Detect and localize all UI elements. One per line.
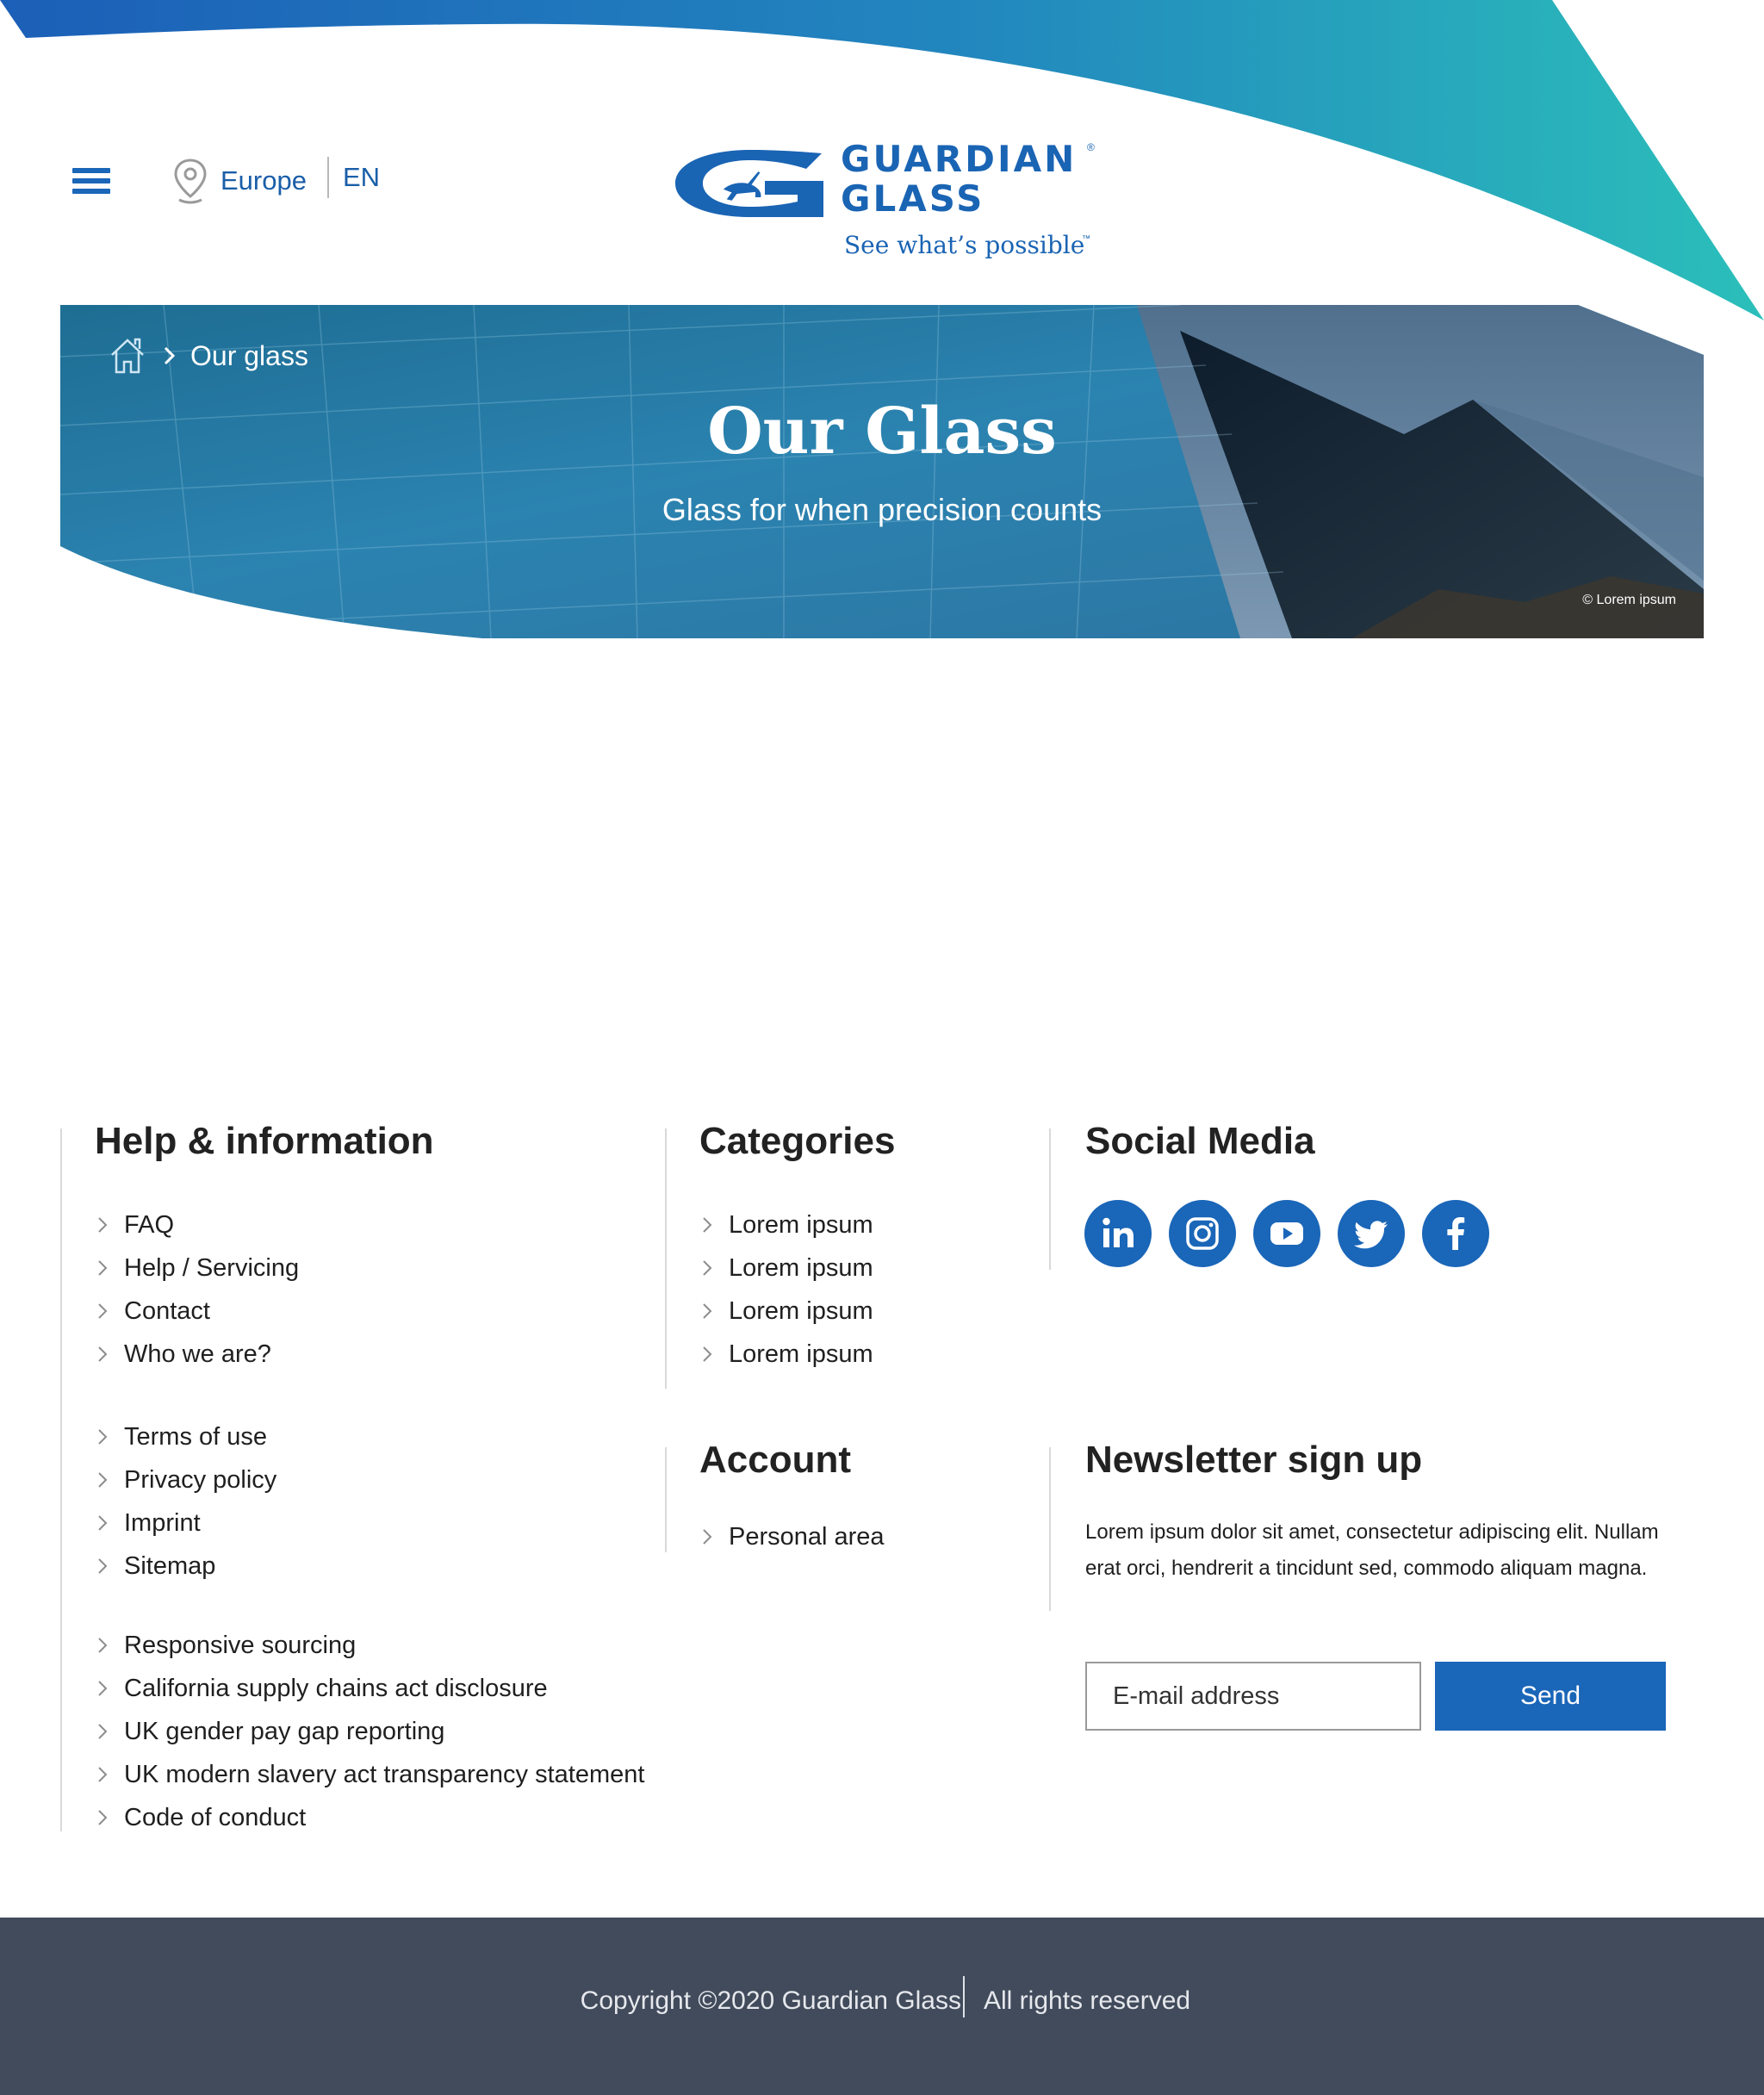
categories-links: Lorem ipsum Lorem ipsum Lorem ipsum Lore… [701,1203,873,1376]
footer-link-imprint[interactable]: Imprint [96,1501,276,1545]
page-title: Our Glass [707,395,1057,469]
newsletter-description: Lorem ipsum dolor sit amet, consectetur … [1085,1520,1659,1580]
language-divider [327,157,329,198]
guardian-g-emblem-icon [675,150,823,217]
footer-link-faq[interactable]: FAQ [96,1203,299,1246]
guardian-glass-logo[interactable]: GUARDIAN ® GLASS See what’s possible ™ [668,138,1099,267]
chevron-right-icon [703,1346,712,1362]
logo-registered-mark: ® [1087,141,1095,153]
email-field[interactable] [1085,1662,1421,1731]
logo-line1: GUARDIAN [841,138,1078,180]
help-heading: Help & information [95,1120,434,1162]
categories-heading: Categories [699,1120,896,1162]
footer-link-uk-gender-pay-gap[interactable]: UK gender pay gap reporting [96,1710,644,1753]
bottom-bar-divider [963,1976,965,2017]
chevron-right-icon [98,1558,108,1574]
column-divider [665,1128,667,1389]
category-link[interactable]: Lorem ipsum [701,1203,873,1246]
chevron-right-icon [164,346,176,365]
home-icon[interactable] [108,336,147,376]
footer-link-personal-area[interactable]: Personal area [701,1515,885,1558]
logo-tagline: See what’s possible [844,231,1085,259]
help-links-group1: FAQ Help / Servicing Contact Who we are? [96,1203,299,1376]
language-selector[interactable]: EN [343,162,380,193]
linkedin-icon[interactable] [1084,1200,1152,1267]
facebook-icon[interactable] [1422,1200,1489,1267]
page-subtitle: Glass for when precision counts [662,492,1102,527]
send-button[interactable]: Send [1435,1662,1666,1731]
category-link[interactable]: Lorem ipsum [701,1246,873,1290]
region-selector[interactable]: Europe [172,155,307,207]
chevron-right-icon [703,1303,712,1319]
help-links-group2: Terms of use Privacy policy Imprint Site… [96,1415,276,1588]
chevron-right-icon [98,1638,108,1653]
copyright-text: Copyright ©2020 Guardian Glass [580,1986,961,2015]
region-label: Europe [220,165,307,196]
rights-text: All rights reserved [984,1986,1191,2015]
chevron-right-icon [98,1260,108,1276]
breadcrumb: Our glass [108,336,308,376]
footer-link-contact[interactable]: Contact [96,1290,299,1333]
twitter-icon[interactable] [1338,1200,1405,1267]
instagram-icon[interactable] [1169,1200,1236,1267]
chevron-right-icon [98,1724,108,1739]
youtube-icon[interactable] [1253,1200,1320,1267]
footer-link-uk-modern-slavery[interactable]: UK modern slavery act transparency state… [96,1753,644,1796]
hamburger-menu-icon[interactable] [72,166,112,196]
logo-trademark: ™ [1082,234,1090,244]
newsletter-heading: Newsletter sign up [1085,1439,1423,1481]
footer-link-help-servicing[interactable]: Help / Servicing [96,1246,299,1290]
chevron-right-icon [703,1529,712,1545]
account-links: Personal area [701,1515,885,1558]
chevron-right-icon [98,1681,108,1696]
chevron-right-icon [98,1429,108,1445]
chevron-right-icon [703,1260,712,1276]
bottom-bar: Copyright ©2020 Guardian Glass All right… [0,1918,1764,2095]
column-divider [60,1128,62,1831]
account-heading: Account [699,1439,851,1481]
category-link[interactable]: Lorem ipsum [701,1333,873,1376]
chevron-right-icon [703,1217,712,1233]
footer-link-privacy[interactable]: Privacy policy [96,1458,276,1501]
chevron-right-icon [98,1472,108,1488]
footer-link-california-supply-chains[interactable]: California supply chains act disclosure [96,1667,644,1710]
location-pin-icon [174,159,207,204]
column-divider [665,1447,667,1552]
footer-link-code-of-conduct[interactable]: Code of conduct [96,1796,644,1839]
social-heading: Social Media [1085,1120,1315,1162]
chevron-right-icon [98,1303,108,1319]
column-divider [1049,1128,1051,1270]
footer-link-terms[interactable]: Terms of use [96,1415,276,1458]
chevron-right-icon [98,1515,108,1531]
footer-link-responsive-sourcing[interactable]: Responsive sourcing [96,1624,644,1667]
breadcrumb-current: Our glass [190,339,308,371]
chevron-right-icon [98,1767,108,1782]
chevron-right-icon [98,1346,108,1362]
footer-link-who-we-are[interactable]: Who we are? [96,1333,299,1376]
chevron-right-icon [98,1217,108,1233]
help-links-group3: Responsive sourcing California supply ch… [96,1624,644,1839]
photo-credit: © Lorem ipsum [1582,593,1676,607]
footer-link-sitemap[interactable]: Sitemap [96,1545,276,1588]
chevron-right-icon [98,1810,108,1825]
hero-banner: Our glass Our Glass Glass for when preci… [60,305,1704,638]
column-divider [1049,1447,1051,1611]
logo-line2: GLASS [841,177,985,220]
social-icons [1084,1200,1506,1267]
category-link[interactable]: Lorem ipsum [701,1290,873,1333]
